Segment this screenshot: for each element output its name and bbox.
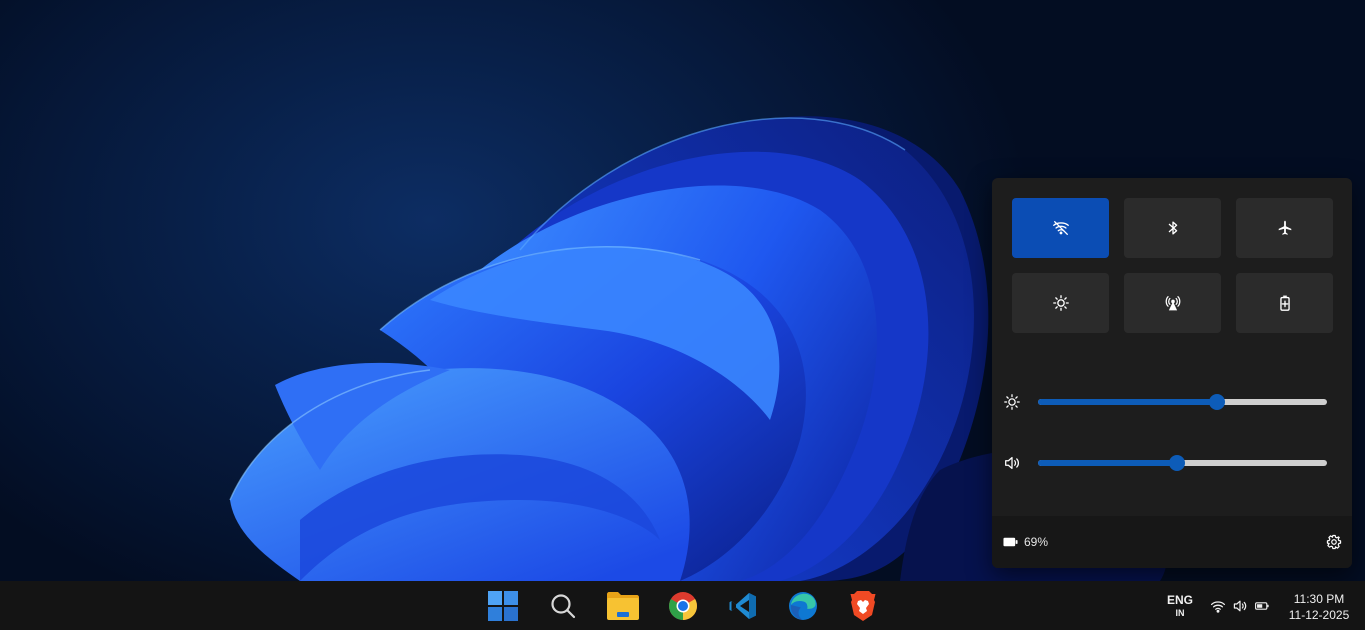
language-indicator[interactable]: ENG IN bbox=[1162, 594, 1198, 618]
volume-slider-fill bbox=[1038, 460, 1177, 466]
battery-saver-tile[interactable] bbox=[1236, 273, 1333, 333]
vscode-button[interactable] bbox=[726, 589, 760, 623]
mobile-hotspot-tile[interactable] bbox=[1124, 273, 1221, 333]
brightness-icon bbox=[1052, 295, 1069, 311]
taskbar: ENG IN 11:30 PM 11-12-2025 bbox=[0, 581, 1365, 630]
volume-slider-thumb[interactable] bbox=[1168, 455, 1185, 471]
start-button[interactable] bbox=[486, 589, 520, 623]
windows-start-icon bbox=[488, 591, 518, 621]
file-explorer-button[interactable] bbox=[606, 589, 640, 623]
clock-time: 11:30 PM bbox=[1293, 592, 1345, 606]
night-light-tile[interactable] bbox=[1012, 273, 1109, 333]
clock-date: 11-12-2025 bbox=[1288, 608, 1350, 622]
brightness-slider-fill bbox=[1038, 399, 1218, 405]
chrome-button[interactable] bbox=[666, 589, 700, 623]
desktop[interactable]: 69% bbox=[0, 0, 1365, 581]
battery-icon bbox=[1003, 537, 1018, 547]
folder-icon bbox=[607, 592, 639, 620]
wifi-icon bbox=[1210, 601, 1226, 613]
brightness-slider-thumb[interactable] bbox=[1209, 394, 1226, 410]
chrome-icon bbox=[669, 592, 697, 620]
bluetooth-icon bbox=[1168, 221, 1177, 235]
gear-icon bbox=[1326, 534, 1342, 550]
wifi-toggle-tile[interactable] bbox=[1012, 198, 1109, 258]
battery-status[interactable]: 69% bbox=[1003, 535, 1048, 549]
search-button[interactable] bbox=[546, 589, 580, 623]
vscode-icon bbox=[729, 593, 756, 619]
system-tray[interactable] bbox=[1210, 598, 1270, 614]
battery-icon bbox=[1255, 602, 1269, 610]
brave-icon bbox=[850, 591, 876, 621]
speaker-icon bbox=[1233, 600, 1247, 612]
quick-settings-panel: 69% bbox=[992, 178, 1352, 568]
brave-button[interactable] bbox=[846, 589, 880, 623]
bluetooth-toggle-tile[interactable] bbox=[1124, 198, 1221, 258]
edge-icon bbox=[789, 592, 817, 620]
volume-slider-row bbox=[1002, 451, 1327, 475]
airplane-icon bbox=[1278, 220, 1291, 235]
airplane-mode-tile[interactable] bbox=[1236, 198, 1333, 258]
language-code: ENG bbox=[1166, 593, 1193, 607]
edge-button[interactable] bbox=[786, 589, 820, 623]
battery-percentage: 69% bbox=[1024, 535, 1049, 549]
volume-slider[interactable] bbox=[1038, 455, 1327, 471]
search-icon bbox=[551, 594, 576, 619]
settings-button[interactable] bbox=[1326, 534, 1342, 550]
brightness-slider-row bbox=[1002, 390, 1327, 414]
brightness-slider-icon bbox=[1002, 392, 1022, 412]
speaker-icon[interactable] bbox=[1002, 453, 1022, 473]
region-code: IN bbox=[1175, 608, 1185, 618]
wifi-off-icon bbox=[1052, 221, 1069, 235]
hotspot-icon bbox=[1165, 296, 1180, 311]
quick-settings-footer: 69% bbox=[992, 516, 1352, 568]
battery-saver-icon bbox=[1279, 295, 1290, 311]
clock[interactable]: 11:30 PM 11-12-2025 bbox=[1282, 591, 1356, 623]
brightness-slider[interactable] bbox=[1038, 394, 1327, 410]
